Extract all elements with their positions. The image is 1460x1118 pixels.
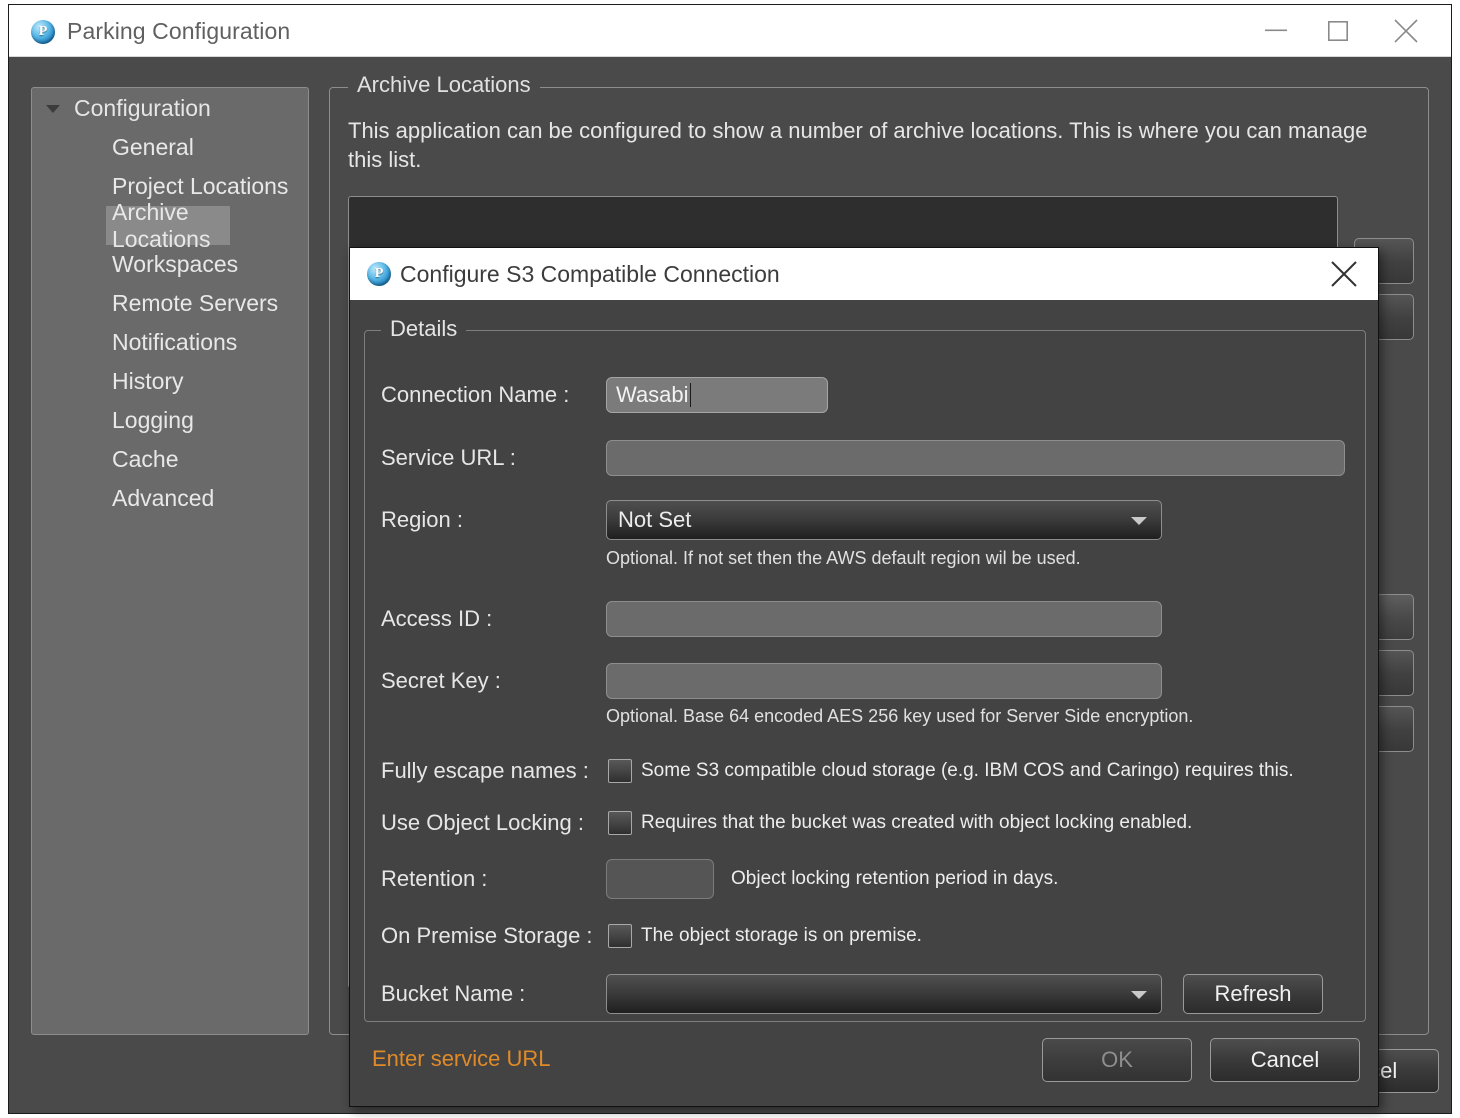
configure-s3-connection-dialog: Configure S3 Compatible Connection Detai… — [349, 247, 1379, 1107]
refresh-button[interactable]: Refresh — [1183, 974, 1323, 1014]
chevron-down-icon[interactable] — [46, 105, 60, 113]
dialog-cancel-button[interactable]: Cancel — [1210, 1038, 1360, 1082]
retention-row: Retention : Object locking retention per… — [365, 859, 1365, 899]
use-object-locking-description: Requires that the bucket was created wit… — [641, 803, 1192, 843]
sidebar-root-configuration[interactable]: Configuration — [32, 88, 308, 128]
sidebar-item-label: Logging — [112, 407, 194, 434]
sidebar-item-general[interactable]: General — [32, 128, 308, 167]
sidebar-root-label: Configuration — [74, 95, 211, 122]
status-message: Enter service URL — [372, 1046, 551, 1072]
configuration-sidebar: Configuration General Project Locations … — [31, 87, 309, 1035]
window-title-bar: Parking Configuration — [9, 5, 1451, 57]
maximize-icon[interactable] — [1307, 5, 1369, 56]
access-id-input[interactable] — [606, 601, 1162, 637]
connection-name-input[interactable]: Wasabi — [606, 377, 828, 413]
text-cursor — [690, 383, 691, 407]
sidebar-item-label: Workspaces — [112, 251, 238, 278]
minimize-icon[interactable] — [1245, 5, 1307, 56]
ok-button[interactable]: OK — [1042, 1038, 1192, 1082]
fully-escape-names-description: Some S3 compatible cloud storage (e.g. I… — [641, 751, 1294, 791]
fully-escape-names-checkbox[interactable] — [608, 759, 632, 783]
close-icon[interactable] — [1375, 5, 1437, 56]
connection-name-row: Connection Name : Wasabi — [365, 375, 1365, 415]
window-title: Parking Configuration — [67, 18, 290, 45]
dialog-title: Configure S3 Compatible Connection — [400, 261, 780, 288]
sidebar-item-advanced[interactable]: Advanced — [32, 479, 308, 518]
sidebar-item-label: Archive Locations — [112, 199, 230, 253]
panel-description: This application can be configured to sh… — [348, 116, 1404, 175]
region-select[interactable]: Not Set — [606, 500, 1162, 540]
on-premise-storage-row: On Premise Storage : The object storage … — [365, 916, 1365, 956]
on-premise-storage-description: The object storage is on premise. — [641, 916, 922, 956]
access-id-row: Access ID : — [365, 599, 1365, 639]
on-premise-storage-checkbox[interactable] — [608, 924, 632, 948]
chevron-down-icon[interactable] — [1131, 517, 1147, 525]
sidebar-item-label: Remote Servers — [112, 290, 278, 317]
window-body: Configuration General Project Locations … — [9, 57, 1451, 1113]
sidebar-item-label: Project Locations — [112, 173, 288, 200]
close-icon[interactable] — [1324, 256, 1364, 292]
sidebar-item-label: General — [112, 134, 194, 161]
fully-escape-names-row: Fully escape names : Some S3 compatible … — [365, 751, 1365, 791]
parking-configuration-window: Parking Configuration Configuration Gene… — [8, 4, 1452, 1114]
retention-description: Object locking retention period in days. — [731, 859, 1058, 899]
sidebar-item-logging[interactable]: Logging — [32, 401, 308, 440]
dialog-title-bar: Configure S3 Compatible Connection — [350, 248, 1378, 300]
sidebar-item-notifications[interactable]: Notifications — [32, 323, 308, 362]
bucket-name-select[interactable] — [606, 974, 1162, 1014]
access-id-label: Access ID : — [381, 599, 492, 639]
sidebar-item-remote-servers[interactable]: Remote Servers — [32, 284, 308, 323]
sidebar-item-label: Cache — [112, 446, 178, 473]
region-label: Region : — [381, 500, 463, 540]
region-value: Not Set — [618, 507, 691, 532]
sidebar-item-label: History — [112, 368, 184, 395]
use-object-locking-label: Use Object Locking : — [381, 803, 584, 843]
region-hint: Optional. If not set then the AWS defaul… — [606, 548, 1081, 569]
secret-key-input[interactable] — [606, 663, 1162, 699]
secret-key-label: Secret Key : — [381, 661, 501, 701]
bucket-name-label: Bucket Name : — [381, 974, 525, 1014]
retention-input[interactable] — [606, 859, 714, 899]
use-object-locking-checkbox[interactable] — [608, 811, 632, 835]
secret-key-hint: Optional. Base 64 encoded AES 256 key us… — [606, 706, 1193, 727]
sidebar-item-workspaces[interactable]: Workspaces — [32, 245, 308, 284]
connection-name-label: Connection Name : — [381, 375, 569, 415]
chevron-down-icon[interactable] — [1131, 991, 1147, 999]
secret-key-row: Secret Key : — [365, 661, 1365, 701]
fully-escape-names-label: Fully escape names : — [381, 751, 589, 791]
sidebar-item-cache[interactable]: Cache — [32, 440, 308, 479]
on-premise-storage-label: On Premise Storage : — [381, 916, 593, 956]
sidebar-item-archive-locations[interactable]: Archive Locations — [106, 206, 230, 245]
sidebar-item-label: Advanced — [112, 485, 214, 512]
retention-label: Retention : — [381, 859, 487, 899]
region-row: Region : Not Set — [365, 500, 1365, 540]
sidebar-item-label: Notifications — [112, 329, 237, 356]
bucket-name-row: Bucket Name : Refresh — [365, 974, 1365, 1014]
details-group-title: Details — [381, 316, 466, 342]
app-globe-p-icon — [31, 20, 55, 44]
dialog-globe-p-icon — [367, 262, 391, 286]
connection-name-value: Wasabi — [616, 382, 689, 407]
service-url-row: Service URL : — [365, 438, 1365, 478]
details-group: Details Connection Name : Wasabi Service… — [364, 330, 1366, 1022]
sidebar-item-history[interactable]: History — [32, 362, 308, 401]
service-url-label: Service URL : — [381, 438, 516, 478]
panel-group-title: Archive Locations — [348, 72, 540, 98]
service-url-input[interactable] — [606, 440, 1345, 476]
use-object-locking-row: Use Object Locking : Requires that the b… — [365, 803, 1365, 843]
